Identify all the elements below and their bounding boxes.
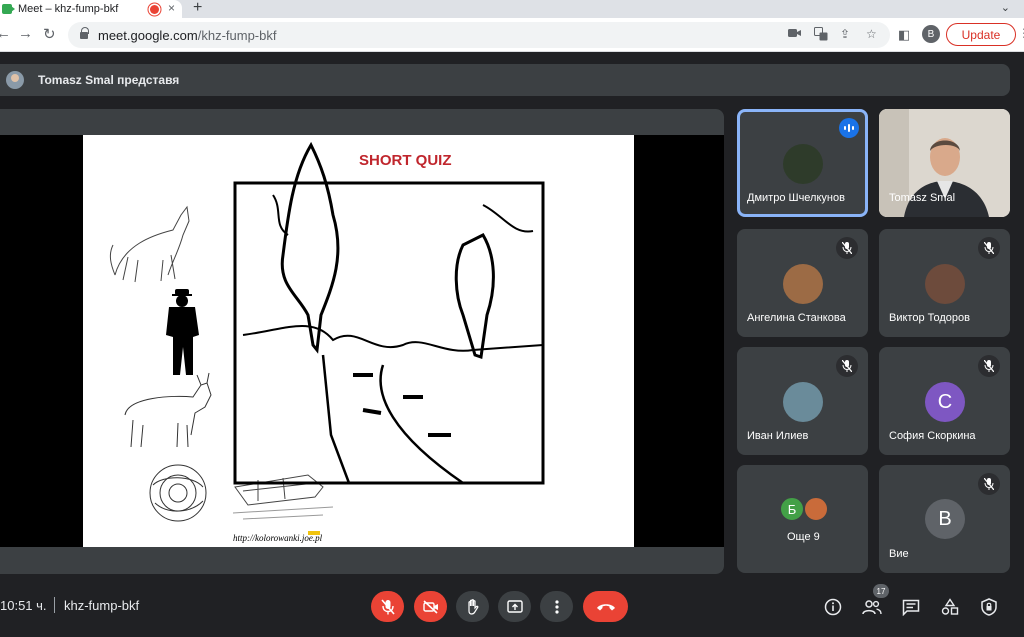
avatar [783, 382, 823, 422]
participant-name: Иван Илиев [747, 430, 809, 442]
presenter-text: Tomasz Smal представя [38, 73, 180, 87]
presenter-banner: Tomasz Smal представя [0, 64, 1010, 96]
bookmark-star-icon[interactable]: ☆ [866, 27, 877, 41]
avatar: В [925, 499, 965, 539]
goat-drawing [124, 372, 212, 448]
cabbage-drawing [149, 464, 207, 522]
meet-favicon-icon [2, 4, 15, 14]
present-screen-button[interactable] [498, 591, 531, 622]
chrome-menu-icon[interactable]: ⋮ [1018, 26, 1024, 40]
address-bar[interactable]: meet.google.com/khz-fump-bkf ⇪ ☆ [68, 22, 890, 48]
url-host: meet.google.com [98, 27, 198, 43]
participant-tile-you[interactable]: В Вие [879, 465, 1010, 573]
participant-name: Още 9 [787, 531, 820, 543]
avatar [803, 496, 829, 522]
participant-name: Tomasz Smal [889, 192, 956, 204]
divider [54, 597, 55, 613]
camera-in-use-icon[interactable] [788, 27, 802, 42]
slide-illustration [109, 141, 545, 535]
host-controls-icon[interactable] [978, 596, 1000, 618]
people-icon[interactable] [861, 596, 883, 618]
participant-tile-sofia[interactable]: С София Скоркина [879, 347, 1010, 455]
translate-icon[interactable] [814, 27, 828, 44]
browser-tab-bar: Meet – khz-fump-bkf × + ⌄ [0, 0, 1024, 18]
man-silhouette [166, 289, 199, 375]
presentation-stage[interactable]: SHORT QUIZ http://kolorowanki.joe.pl [0, 109, 724, 574]
mic-off-icon [978, 355, 1000, 377]
present-icon [506, 599, 523, 613]
speaking-indicator-icon [839, 118, 859, 138]
participant-name: Ангелина Станкова [747, 312, 846, 324]
mic-off-icon [380, 598, 395, 615]
activities-icon[interactable] [939, 596, 961, 618]
share-icon[interactable]: ⇪ [840, 27, 850, 41]
reload-icon[interactable]: ↻ [43, 25, 56, 43]
tab-close-icon[interactable]: × [168, 1, 175, 15]
avatar [925, 264, 965, 304]
url-text: meet.google.com/khz-fump-bkf [98, 28, 276, 43]
leave-call-button[interactable] [583, 591, 628, 622]
chat-icon[interactable] [900, 596, 922, 618]
mic-off-icon [978, 473, 1000, 495]
landscape-drawing [233, 141, 545, 485]
shared-slide: SHORT QUIZ http://kolorowanki.joe.pl [83, 135, 634, 547]
raise-hand-button[interactable] [456, 591, 489, 622]
camera-off-icon [422, 599, 438, 614]
meeting-code: khz-fump-bkf [64, 598, 140, 613]
stage-bottom-band [0, 547, 724, 574]
mic-off-icon [836, 237, 858, 259]
url-path: /khz-fump-bkf [197, 27, 277, 43]
lock-icon[interactable] [80, 26, 89, 40]
presenter-avatar [6, 71, 24, 89]
avatar: С [925, 382, 965, 422]
meeting-details-icon[interactable] [822, 596, 844, 618]
mic-off-icon [836, 355, 858, 377]
slide-footer-url: http://kolorowanki.joe.pl [233, 533, 323, 543]
participant-name: Вие [889, 548, 909, 560]
update-button[interactable]: Update [946, 23, 1016, 46]
browser-tab[interactable]: Meet – khz-fump-bkf × [0, 0, 182, 18]
avatar: Б [779, 496, 805, 522]
participant-name: Виктор Тодоров [889, 312, 970, 324]
recording-indicator-icon [150, 5, 159, 14]
participant-tile-tomasz[interactable]: Tomasz Smal [879, 109, 1010, 217]
wolf-drawing [109, 205, 190, 283]
participant-name: София Скоркина [889, 430, 976, 442]
tab-search-icon[interactable]: ⌄ [1001, 1, 1010, 14]
side-panel-icon[interactable]: ◧ [898, 27, 910, 43]
more-vert-icon [554, 599, 559, 614]
avatar [783, 144, 823, 184]
clock: 10:51 ч. [0, 598, 47, 613]
mic-off-icon [978, 237, 1000, 259]
forward-icon[interactable]: → [18, 25, 33, 42]
back-icon[interactable]: ← [0, 25, 11, 42]
hand-icon [467, 598, 478, 615]
more-options-button[interactable] [540, 591, 573, 622]
participant-name: Дмитро Шчелкунов [747, 192, 845, 204]
profile-avatar[interactable]: B [922, 25, 940, 43]
new-tab-button[interactable]: + [193, 0, 202, 17]
participant-tile-dmytro[interactable]: Дмитро Шчелкунов [737, 109, 868, 217]
participant-tile-angelina[interactable]: Ангелина Станкова [737, 229, 868, 337]
mic-toggle-button[interactable] [371, 591, 404, 622]
hang-up-icon [596, 603, 615, 610]
avatar [783, 264, 823, 304]
browser-toolbar: ← → ↻ meet.google.com/khz-fump-bkf ⇪ ☆ ◧… [0, 18, 1024, 52]
tab-title: Meet – khz-fump-bkf [18, 3, 119, 15]
participant-tile-ivan[interactable]: Иван Илиев [737, 347, 868, 455]
camera-toggle-button[interactable] [414, 591, 447, 622]
stage-top-band [0, 109, 724, 135]
participant-tile-viktor[interactable]: Виктор Тодоров [879, 229, 1010, 337]
participant-tile-more[interactable]: Б Още 9 [737, 465, 868, 573]
